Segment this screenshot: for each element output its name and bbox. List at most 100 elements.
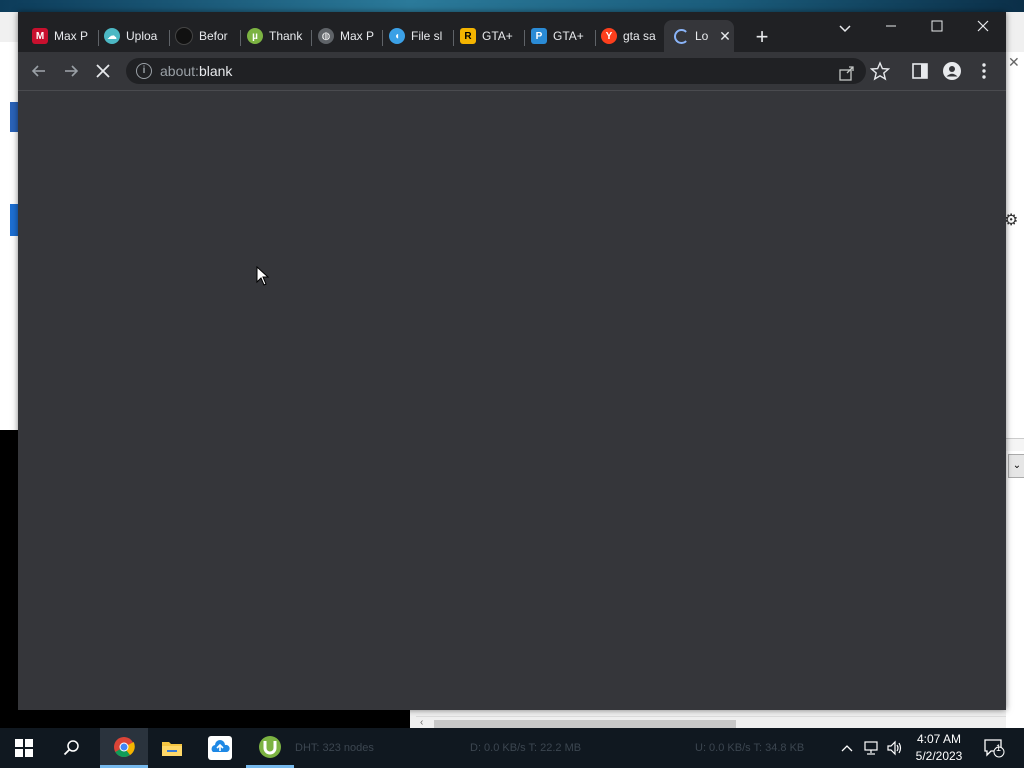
taskbar: DHT: 323 nodes D: 0.0 KB/s T: 22.2 MB U:… bbox=[0, 728, 1024, 768]
background-panel-divider bbox=[1006, 438, 1024, 451]
maximize-button[interactable] bbox=[914, 16, 960, 38]
browser-toolbar: i about:blank bbox=[18, 52, 1006, 91]
tab[interactable]: P GTA+ bbox=[531, 22, 603, 50]
taskbar-utorrent[interactable] bbox=[246, 728, 294, 768]
tab[interactable]: µ Thank bbox=[247, 22, 319, 50]
profile-avatar-icon[interactable] bbox=[942, 61, 962, 81]
maximize-icon bbox=[931, 20, 943, 32]
tab-label: GTA+ bbox=[482, 29, 513, 43]
side-panel-icon[interactable] bbox=[910, 61, 930, 81]
action-center-button[interactable]: 1 bbox=[980, 728, 1008, 768]
background-selection-bar bbox=[10, 204, 18, 236]
start-button[interactable] bbox=[0, 728, 48, 768]
chevron-down-icon[interactable]: ⌄ bbox=[1008, 454, 1024, 478]
tab[interactable]: ◍ Max P bbox=[318, 22, 390, 50]
tab-label: Lo bbox=[695, 29, 709, 43]
tab-label: Befor bbox=[199, 29, 228, 43]
speaker-icon bbox=[887, 740, 902, 756]
tab-separator bbox=[382, 30, 383, 46]
loading-spinner-icon bbox=[674, 28, 689, 44]
tab-strip: M Max P ☁ Uploa Befor µ Thank ◍ Max P ◖ … bbox=[18, 12, 1006, 52]
tab[interactable]: R GTA+ bbox=[460, 22, 532, 50]
tab[interactable]: ☁ Uploa bbox=[104, 22, 176, 50]
search-button[interactable] bbox=[48, 728, 96, 768]
fish-icon: ◖ bbox=[389, 28, 405, 44]
rockstar-icon: R bbox=[460, 28, 476, 44]
tab-separator bbox=[169, 30, 170, 46]
page-content-area[interactable] bbox=[18, 91, 1006, 710]
tab-active[interactable]: Lo ✕ bbox=[664, 20, 734, 52]
mcafee-icon: M bbox=[32, 28, 48, 44]
taskbar-upload-app[interactable] bbox=[196, 728, 244, 768]
site-info-icon[interactable]: i bbox=[136, 63, 152, 79]
browser-window: M Max P ☁ Uploa Befor µ Thank ◍ Max P ◖ … bbox=[18, 12, 1006, 710]
share-icon[interactable] bbox=[838, 64, 856, 82]
tab[interactable]: M Max P bbox=[32, 22, 104, 50]
network-icon bbox=[864, 741, 878, 755]
notification-icon bbox=[984, 739, 1005, 758]
address-bar[interactable]: i about:blank bbox=[126, 58, 866, 84]
taskbar-chrome[interactable] bbox=[100, 728, 148, 768]
gear-icon[interactable]: ⚙ bbox=[1004, 210, 1018, 230]
tab[interactable]: Befor bbox=[175, 22, 247, 50]
tab-label: GTA+ bbox=[553, 29, 584, 43]
volume-button[interactable] bbox=[884, 728, 906, 768]
tab-separator bbox=[311, 30, 312, 46]
system-clock[interactable]: 4:07 AM 5/2/2023 bbox=[906, 731, 972, 765]
stop-loading-icon[interactable] bbox=[92, 60, 114, 82]
tab-label: Max P bbox=[340, 29, 374, 43]
tab-separator bbox=[453, 30, 454, 46]
dht-status: DHT: 323 nodes bbox=[295, 742, 374, 754]
notification-count: 1 bbox=[996, 743, 1002, 753]
minimize-button[interactable] bbox=[868, 16, 914, 38]
upload-status: U: 0.0 KB/s T: 34.8 KB bbox=[695, 742, 805, 754]
mouse-cursor-icon bbox=[256, 266, 270, 286]
close-tab-icon[interactable]: ✕ bbox=[717, 28, 733, 44]
network-button[interactable] bbox=[860, 728, 882, 768]
clock-date: 5/2/2023 bbox=[915, 749, 963, 763]
utorrent-icon bbox=[259, 735, 281, 758]
cloud-upload-icon: ☁ bbox=[104, 28, 120, 44]
taskbar-file-explorer[interactable] bbox=[148, 728, 196, 768]
tab-label: Uploa bbox=[126, 29, 158, 43]
close-icon bbox=[977, 20, 989, 32]
tab-label: Max P bbox=[54, 29, 88, 43]
yandex-icon: Y bbox=[601, 28, 617, 44]
show-hidden-icons-button[interactable] bbox=[838, 728, 856, 768]
desktop-wallpaper bbox=[0, 0, 1024, 12]
scroll-left-icon[interactable]: ‹ bbox=[420, 717, 423, 728]
background-dark-panel bbox=[0, 430, 18, 730]
shield-dark-icon bbox=[175, 27, 193, 45]
background-right-panel bbox=[1006, 52, 1024, 732]
chevron-up-icon bbox=[841, 745, 853, 752]
tab-label: gta sa bbox=[623, 29, 656, 43]
folder-icon bbox=[162, 742, 182, 756]
url-host: blank bbox=[198, 63, 233, 79]
new-tab-button[interactable]: + bbox=[750, 26, 774, 50]
forward-arrow-icon[interactable] bbox=[60, 60, 82, 82]
close-window-button[interactable] bbox=[960, 16, 1006, 38]
tab-search-icon[interactable] bbox=[836, 18, 854, 38]
kebab-menu-icon[interactable] bbox=[974, 61, 994, 81]
tab-label: File sl bbox=[411, 29, 443, 43]
tab-separator bbox=[524, 30, 525, 46]
tab-label: Thank bbox=[269, 29, 303, 43]
url-scheme: about: bbox=[160, 63, 199, 79]
clock-time: 4:07 AM bbox=[916, 732, 962, 746]
back-arrow-icon[interactable] bbox=[28, 60, 50, 82]
minimize-icon bbox=[886, 25, 896, 27]
tab-separator bbox=[98, 30, 99, 46]
url-text[interactable]: about:blank bbox=[160, 63, 232, 79]
background-dark-panel bbox=[18, 710, 410, 730]
cloud-upload-icon bbox=[208, 736, 232, 760]
background-close-icon[interactable]: ✕ bbox=[1008, 54, 1020, 71]
utorrent-icon: µ bbox=[247, 28, 263, 44]
tab[interactable]: ◖ File sl bbox=[389, 22, 461, 50]
scrollbar-thumb[interactable] bbox=[434, 720, 736, 728]
bookmark-star-icon[interactable] bbox=[870, 61, 890, 81]
tab-separator bbox=[595, 30, 596, 46]
tab[interactable]: Y gta sa bbox=[601, 22, 673, 50]
playstation-icon: P bbox=[531, 28, 547, 44]
download-status: D: 0.0 KB/s T: 22.2 MB bbox=[470, 742, 582, 754]
globe-icon: ◍ bbox=[318, 28, 334, 44]
